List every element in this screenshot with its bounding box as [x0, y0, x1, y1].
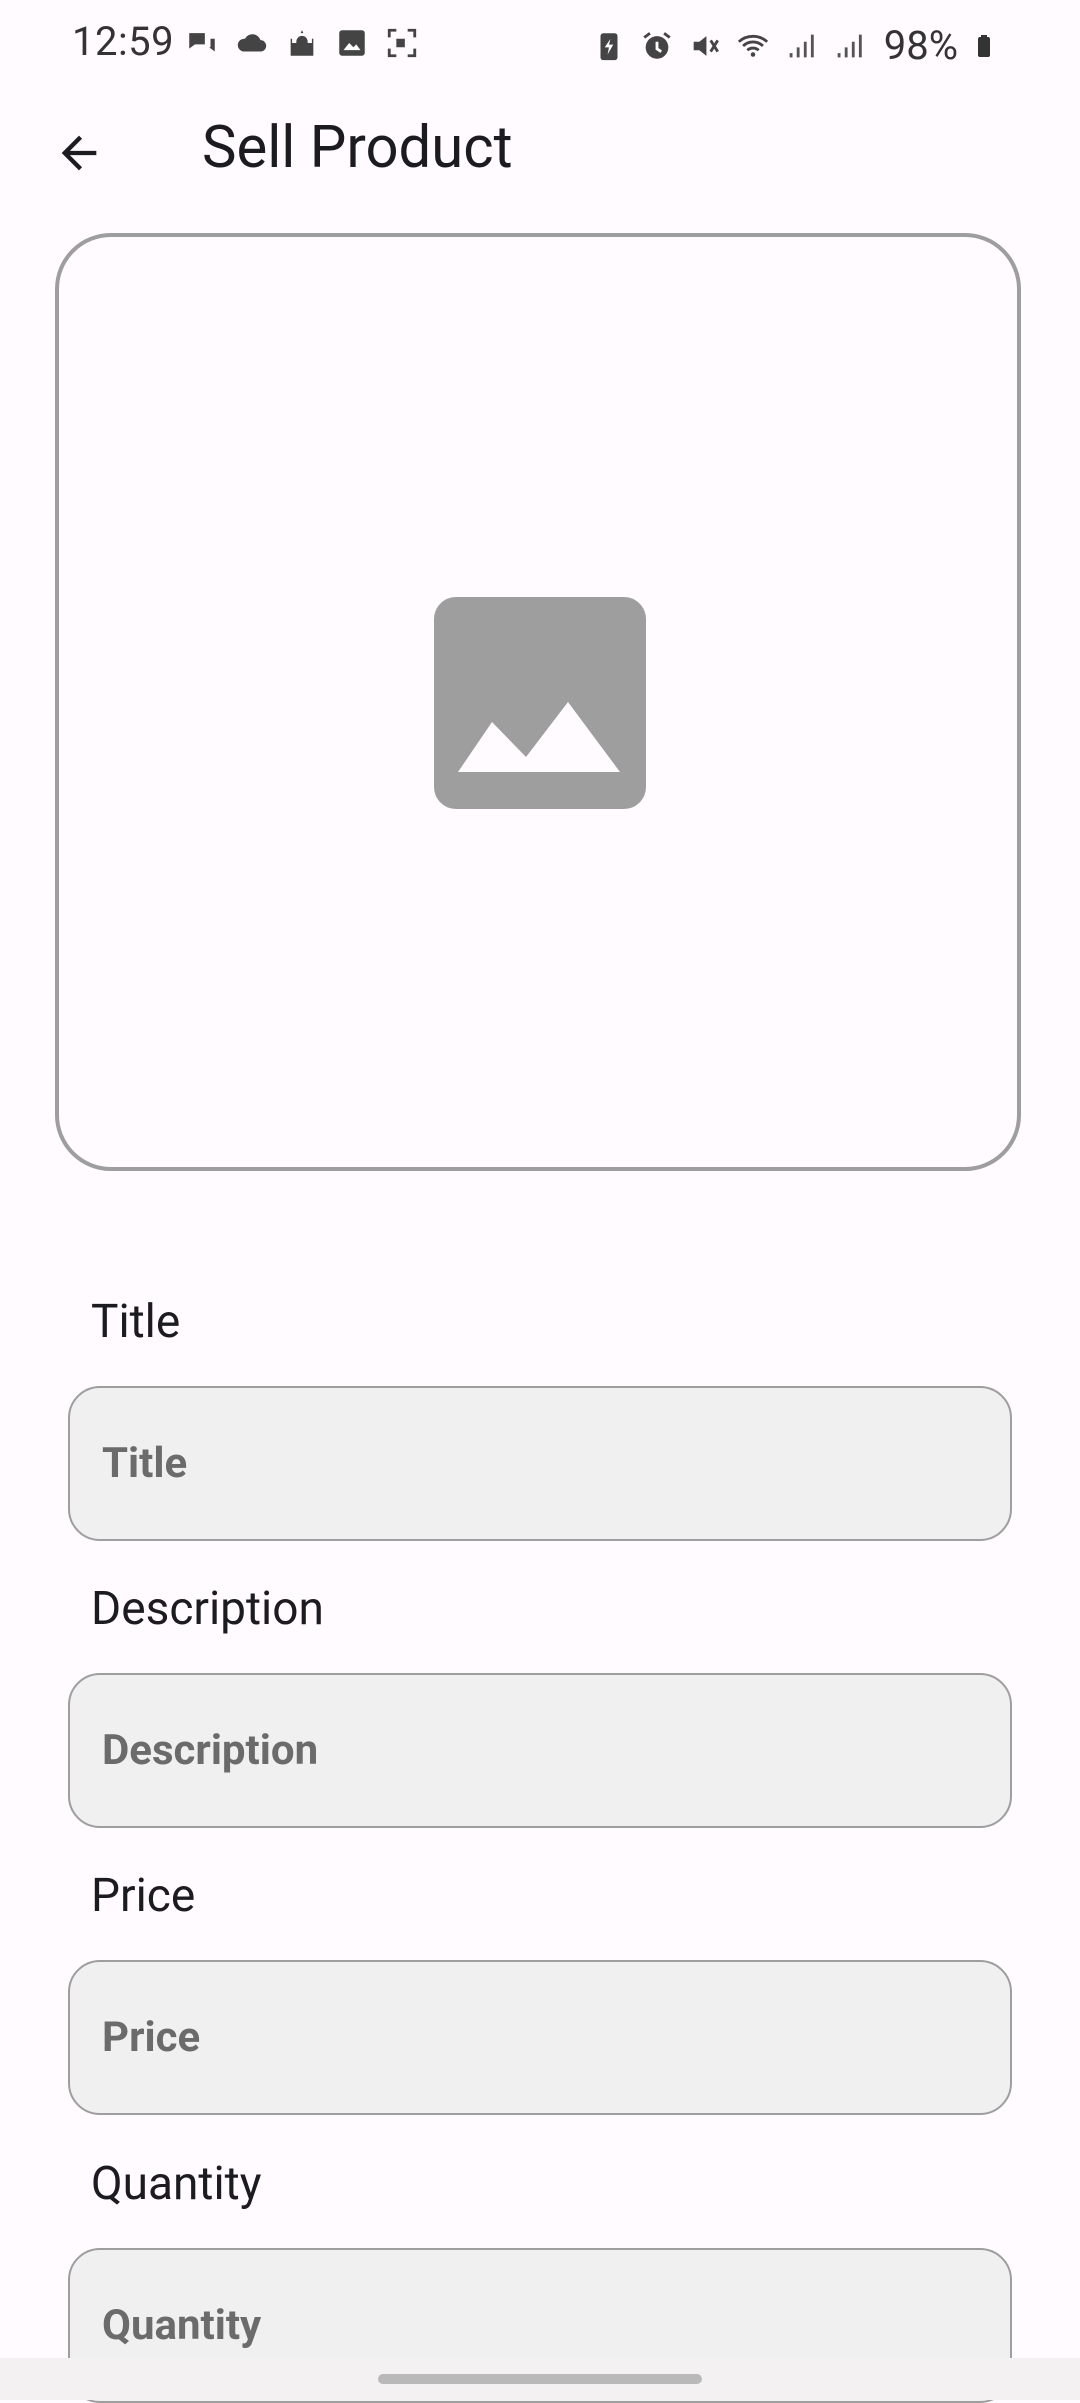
image-icon — [339, 30, 365, 56]
arrow-back-icon — [61, 135, 97, 171]
app-bar: Sell Product — [0, 98, 1080, 208]
alarm-icon — [643, 31, 671, 59]
home-gesture-handle[interactable] — [378, 2374, 702, 2384]
system-navigation-bar — [0, 2358, 1080, 2400]
status-time: 12:59 — [72, 18, 175, 65]
mute-icon — [693, 35, 719, 56]
back-button[interactable] — [46, 120, 112, 186]
screen-record-icon — [387, 28, 417, 58]
signal-icon-2 — [837, 34, 862, 57]
title-input[interactable] — [70, 1388, 1010, 1539]
wifi-icon — [737, 34, 768, 57]
price-label: Price — [91, 1869, 196, 1923]
quantity-label: Quantity — [91, 2157, 262, 2211]
battery-icon — [978, 34, 990, 57]
description-input[interactable] — [70, 1675, 1010, 1826]
status-bar: 12:59 98% — [0, 0, 1080, 88]
image-placeholder-icon — [434, 597, 646, 809]
cloud-icon — [237, 34, 267, 52]
description-label: Description — [91, 1582, 324, 1636]
title-field[interactable] — [68, 1386, 1012, 1541]
battery-percentage: 98% — [883, 22, 958, 69]
description-field[interactable] — [68, 1673, 1012, 1828]
signal-icon — [789, 34, 814, 57]
title-label: Title — [91, 1295, 181, 1349]
mosque-icon — [290, 30, 314, 56]
page-title: Sell Product — [202, 114, 513, 182]
price-input[interactable] — [70, 1962, 1010, 2113]
status-right-icons: 98% — [592, 22, 996, 69]
status-left-icons — [185, 26, 419, 60]
chat-bubbles-icon — [189, 33, 215, 52]
battery-saver-icon — [600, 32, 618, 60]
price-field[interactable] — [68, 1960, 1012, 2115]
